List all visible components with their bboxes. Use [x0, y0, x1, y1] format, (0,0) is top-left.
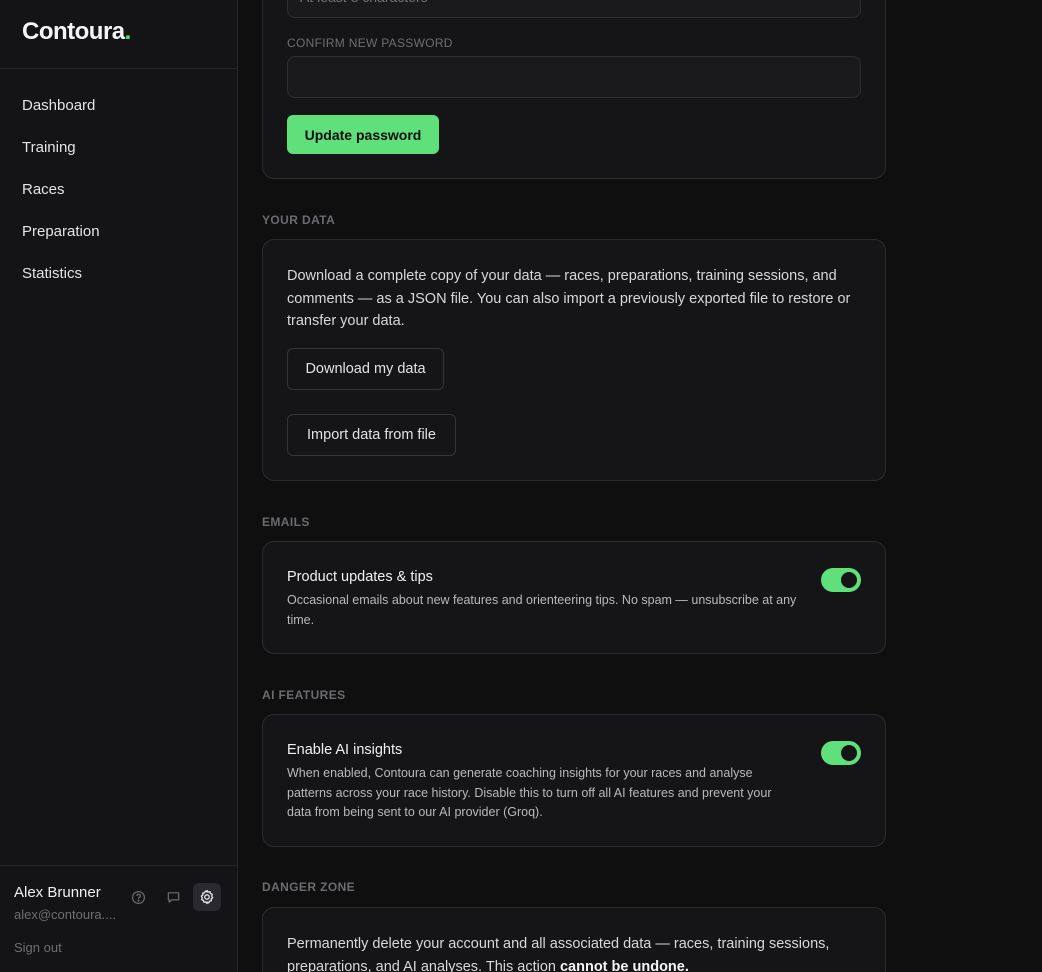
download-data-button[interactable]: Download my data [287, 348, 444, 390]
email-updates-description: Occasional emails about new features and… [287, 593, 797, 627]
divider [0, 68, 237, 69]
section-heading-your-data: YOUR DATA [262, 213, 336, 227]
feedback-icon [167, 891, 179, 903]
email-updates-title: Product updates & tips [287, 569, 433, 585]
sidebar: Contoura. Dashboard Training Races Prepa… [0, 0, 238, 972]
gear-icon [200, 889, 214, 905]
sidebar-item-dashboard[interactable]: Dashboard [0, 85, 237, 127]
toggle-knob [841, 745, 857, 761]
section-heading-danger-zone: DANGER ZONE [262, 880, 356, 894]
ai-insights-toggle[interactable] [821, 741, 861, 765]
divider [0, 865, 237, 866]
sidebar-item-races[interactable]: Races [0, 169, 237, 211]
sign-out-link[interactable]: Sign out [14, 940, 62, 955]
sidebar-item-training[interactable]: Training [0, 127, 237, 169]
new-password-field[interactable] [287, 0, 861, 18]
feedback-button[interactable] [159, 883, 187, 911]
your-data-description: Download a complete copy of your data — … [287, 268, 851, 329]
import-data-button[interactable]: Import data from file [287, 414, 456, 456]
update-password-button[interactable]: Update password [287, 115, 439, 154]
sidebar-item-preparation[interactable]: Preparation [0, 211, 237, 253]
settings-button[interactable] [193, 883, 221, 911]
ai-insights-description: When enabled, Contoura can generate coac… [287, 766, 772, 819]
sidebar-item-statistics[interactable]: Statistics [0, 253, 237, 295]
section-heading-emails: EMAILS [262, 515, 310, 529]
toggle-knob [841, 572, 857, 588]
confirm-password-label: CONFIRM NEW PASSWORD [287, 36, 453, 50]
section-heading-ai-features: AI FEATURES [262, 688, 346, 702]
user-name: Alex Brunner [14, 884, 101, 901]
help-icon [131, 890, 145, 904]
ai-insights-title: Enable AI insights [287, 742, 403, 758]
logo[interactable]: Contoura. [22, 18, 131, 46]
user-email: alex@contoura.... [14, 907, 117, 922]
danger-zone-description: Permanently delete your account and all … [287, 936, 830, 972]
sidebar-nav: Dashboard Training Races Preparation Sta… [0, 85, 237, 295]
confirm-password-field[interactable] [287, 56, 861, 98]
help-button[interactable] [124, 883, 152, 911]
email-updates-toggle[interactable] [821, 568, 861, 592]
